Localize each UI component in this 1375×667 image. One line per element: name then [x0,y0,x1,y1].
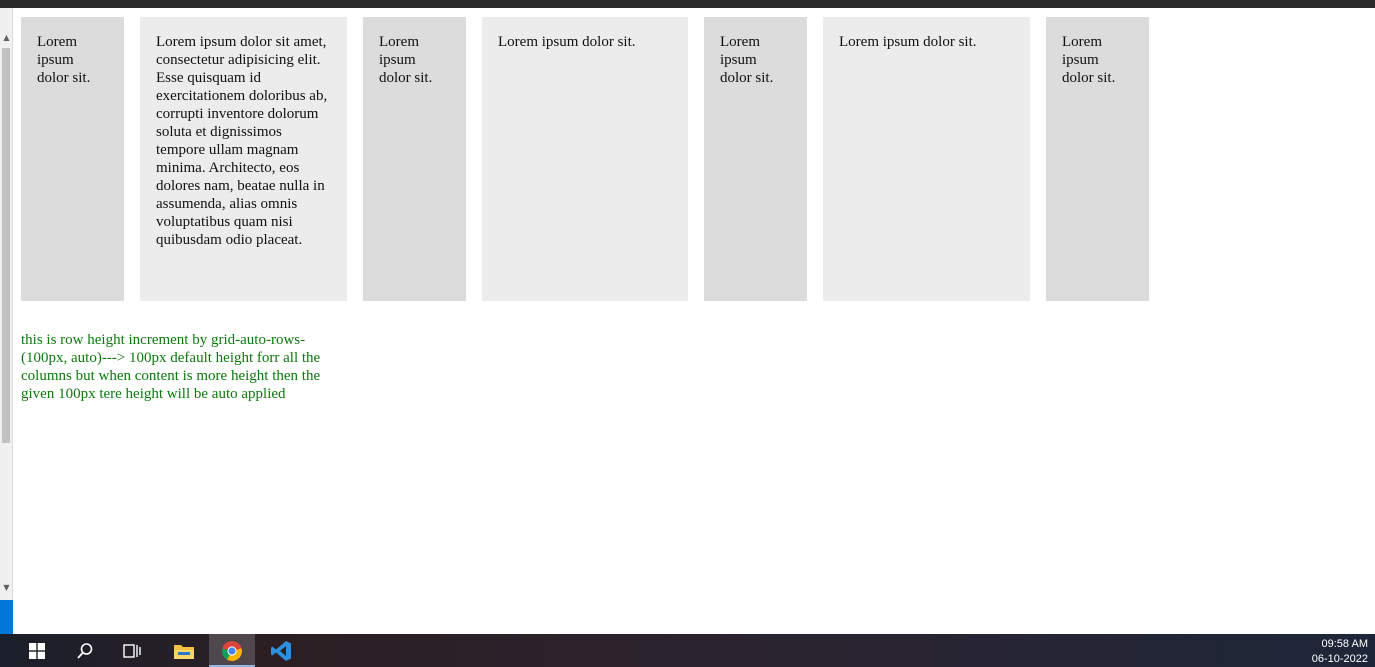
scroll-down-arrow-icon[interactable]: ▼ [1,582,12,594]
clock-date: 06-10-2022 [1311,653,1368,665]
system-clock[interactable]: 09:58 AM 06-10-2022 [1312,637,1368,667]
vscode-icon[interactable] [258,634,304,667]
grid-container: Lorem ipsum dolor sit. Lorem ipsum dolor… [21,17,1149,301]
task-view-icon[interactable] [109,634,155,667]
side-accent-strip [0,600,13,634]
grid-item: Lorem ipsum dolor sit. [1046,17,1149,301]
browser-top-strip [0,0,1375,8]
clock-time: 09:58 AM [1321,638,1368,650]
file-explorer-icon[interactable] [161,634,207,667]
scrollbar-thumb[interactable] [2,48,10,443]
grid-item: Lorem ipsum dolor sit. [823,17,1030,301]
grid-item: Lorem ipsum dolor sit. [21,17,124,301]
grid-item: Lorem ipsum dolor sit. [482,17,688,301]
search-icon[interactable] [62,634,108,667]
grid-item: Lorem ipsum dolor sit. [363,17,466,301]
grid-item: Lorem ipsum dolor sit amet, consectetur … [140,17,347,301]
scroll-up-arrow-icon[interactable]: ▲ [1,32,12,44]
chrome-icon[interactable] [209,634,255,667]
grid-item: Lorem ipsum dolor sit. [704,17,807,301]
taskbar: 09:58 AM 06-10-2022 [0,634,1375,667]
page-scrollbar[interactable]: ▲ ▼ [0,8,13,634]
windows-start-icon[interactable] [14,634,60,667]
explanation-note: this is row height increment by grid-aut… [21,332,321,402]
